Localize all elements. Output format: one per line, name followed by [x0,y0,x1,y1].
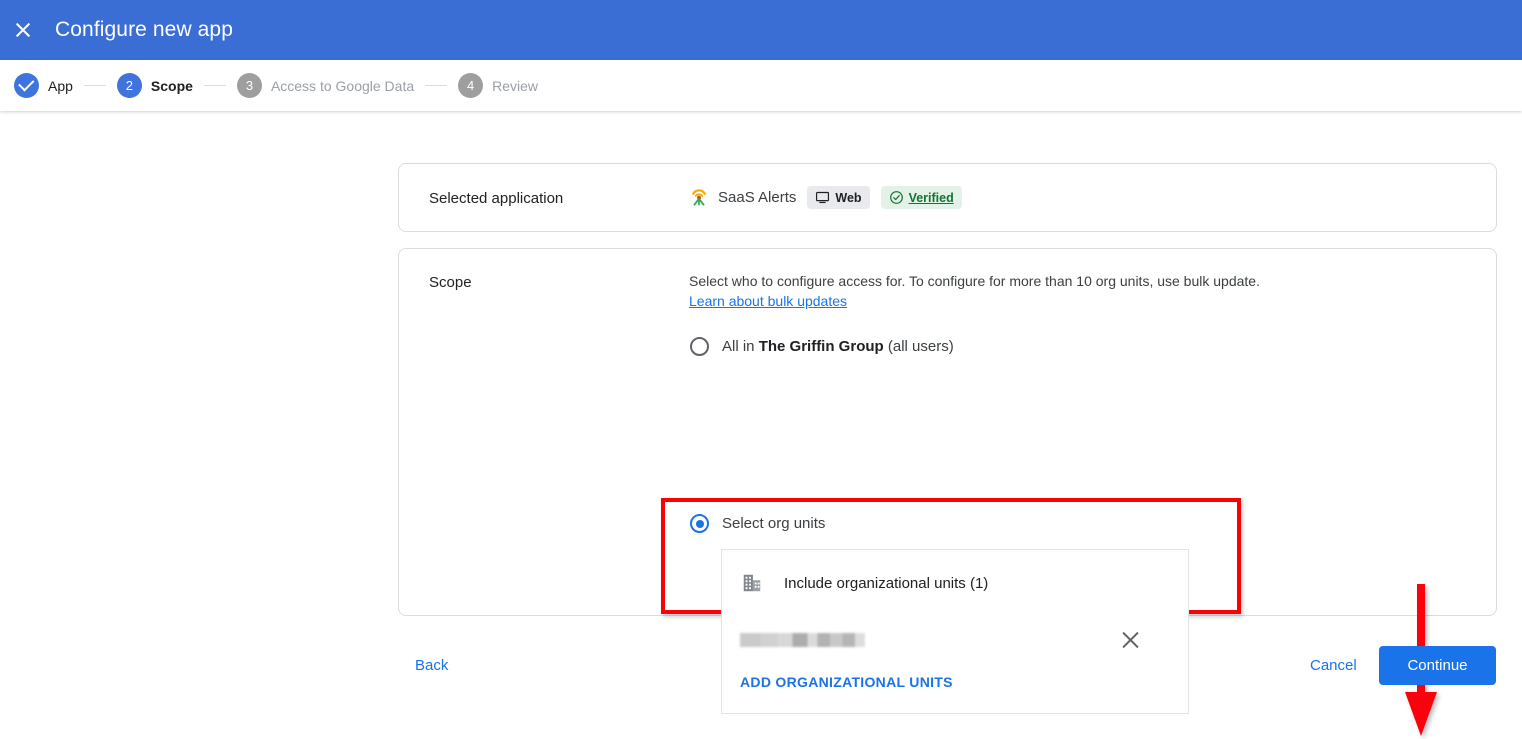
step-2-label: Scope [151,78,193,94]
cancel-button[interactable]: Cancel [1310,657,1357,674]
check-icon [18,75,34,91]
step-separator [204,85,226,86]
selected-application-label: Selected application [429,190,563,207]
scope-label: Scope [429,274,472,291]
close-dialog-button[interactable] [0,7,46,53]
main-content: Selected application SaaS Alerts Web [0,111,1522,695]
platform-chip-label: Web [835,191,861,205]
step-4-label: Review [492,78,538,94]
organizational-units-header: Include organizational units (1) [741,572,988,594]
check-circle-icon [889,190,904,205]
footer-actions: Back Cancel Continue [0,636,1522,706]
radio-select-org-units-label: Select org units [722,515,825,532]
stepper-step-review[interactable]: 4 Review [458,73,538,98]
back-button[interactable]: Back [415,657,448,674]
step-1-indicator [14,73,39,98]
verified-badge-label: Verified [909,191,954,205]
step-2-indicator: 2 [117,73,142,98]
step-3-label: Access to Google Data [271,78,414,94]
scope-card: Scope Select who to configure access for… [398,248,1497,616]
stepper-step-access-to-google-data[interactable]: 3 Access to Google Data [237,73,414,98]
selected-application-name: SaaS Alerts [718,189,796,206]
stepper-step-scope[interactable]: 2 Scope [117,73,193,98]
verified-badge[interactable]: Verified [881,186,962,209]
monitor-icon [815,190,830,205]
learn-about-bulk-updates-link[interactable]: Learn about bulk updates [689,293,847,309]
step-4-indicator: 4 [458,73,483,98]
radio-all-users-label: All in The Griffin Group (all users) [722,338,954,355]
stepper-step-app[interactable]: App [14,73,73,98]
continue-button[interactable]: Continue [1379,646,1496,685]
step-separator [425,85,447,86]
scope-description: Select who to configure access for. To c… [689,271,1389,292]
radio-all-users-org-name: The Griffin Group [759,338,884,355]
saas-alerts-logo-icon [689,188,709,208]
top-header-bar: Configure new app [0,0,1522,60]
selected-application-row: SaaS Alerts Web Verified [689,186,962,209]
close-icon [14,21,32,39]
step-separator [84,85,106,86]
radio-all-users-suffix: (all users) [884,338,954,355]
step-1-label: App [48,78,73,94]
radio-option-select-org-units[interactable]: Select org units [690,514,825,533]
radio-option-all-users[interactable]: All in The Griffin Group (all users) [690,337,954,356]
radio-select-org-units-indicator[interactable] [690,514,709,533]
building-icon [741,572,763,594]
selected-application-card: Selected application SaaS Alerts Web [398,163,1497,232]
step-3-indicator: 3 [237,73,262,98]
radio-all-users-indicator[interactable] [690,337,709,356]
platform-chip-web: Web [807,186,869,209]
radio-all-users-prefix: All in [722,338,759,355]
page-title: Configure new app [55,18,233,42]
wizard-stepper: App 2 Scope 3 Access to Google Data 4 Re… [0,60,1522,111]
organizational-units-heading: Include organizational units (1) [784,575,988,592]
